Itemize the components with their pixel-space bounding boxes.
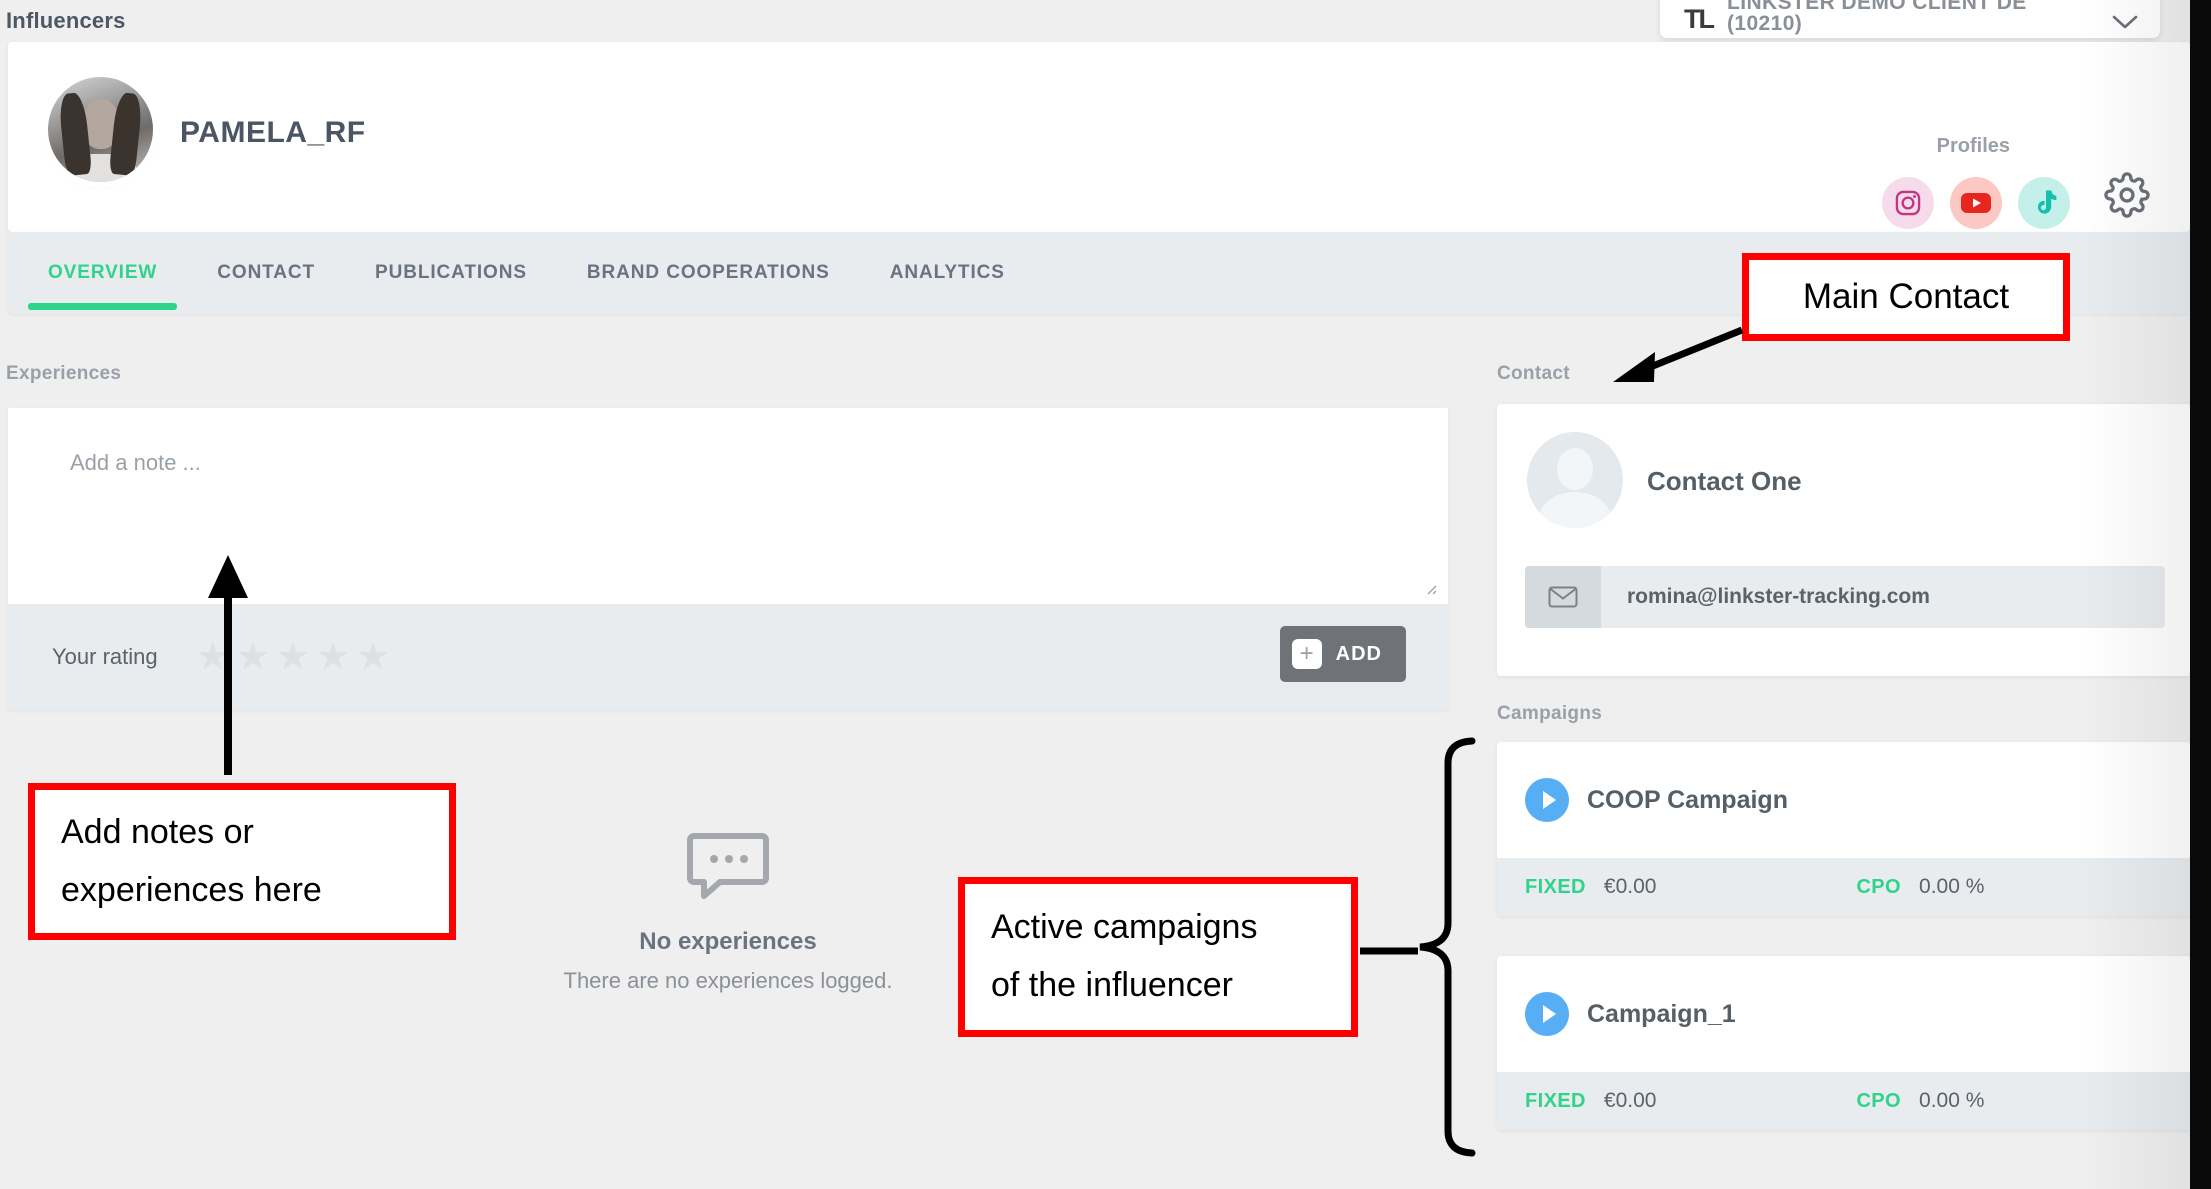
brand-logo: TL: [1684, 4, 1715, 34]
campaign-name: COOP Campaign: [1587, 785, 1788, 814]
campaign-cpo-label: CPO: [1856, 1089, 1902, 1112]
speech-bubble-icon: [686, 830, 770, 904]
instagram-icon[interactable]: [1882, 177, 1934, 229]
campaign-fixed-value: €0.00: [1603, 1089, 1657, 1112]
annotation-text: Main Contact: [1802, 277, 2010, 317]
play-circle-icon: [1525, 992, 1569, 1036]
contact-email: romina@linkster-tracking.com: [1627, 585, 1930, 608]
add-experience-button[interactable]: + ADD: [1279, 626, 1406, 682]
page-title: PAMELA_RF: [180, 116, 366, 149]
campaign-cpo-value: 0.00 %: [1919, 875, 1985, 898]
star-icon[interactable]: ★: [356, 638, 390, 676]
note-placeholder: Add a note ...: [70, 450, 201, 475]
tab-analytics[interactable]: ANALYTICS: [860, 232, 1035, 314]
tiktok-icon[interactable]: [2018, 177, 2070, 229]
tab-contact[interactable]: CONTACT: [187, 232, 345, 314]
tab-brand-cooperations[interactable]: BRAND COOPERATIONS: [557, 232, 860, 314]
star-icon[interactable]: ★: [276, 638, 310, 676]
social-profiles-list: [1882, 177, 2070, 229]
app-root: Influencers TL LINKSTER DEMO CLIENT DE (…: [0, 0, 2211, 1189]
plus-icon: +: [1291, 639, 1322, 669]
annotation-text: of the influencer: [991, 966, 1233, 1004]
youtube-icon[interactable]: [1950, 177, 2002, 229]
profiles-label: Profiles: [1936, 135, 2010, 157]
annotation-text: Add notes or: [61, 812, 254, 851]
rating-label: Your rating: [52, 644, 158, 669]
annotation-add-notes: Add notes or experiences here: [28, 783, 456, 940]
person-avatar-icon: [1527, 432, 1623, 528]
star-icon[interactable]: ★: [316, 638, 350, 676]
arrow-main-contact: [1613, 326, 1744, 382]
resize-grip-icon[interactable]: [1422, 580, 1438, 596]
annotation-text: experiences here: [61, 870, 322, 909]
tab-overview[interactable]: OVERVIEW: [18, 232, 187, 314]
campaign-cpo-value: 0.00 %: [1919, 1089, 1985, 1112]
client-name-label: LINKSTER DEMO CLIENT DE (10210): [1727, 0, 2027, 35]
experiences-section-label: Experiences: [6, 363, 122, 384]
annotation-text: Active campaigns: [991, 908, 1258, 947]
contact-section-label: Contact: [1497, 363, 1570, 384]
star-rating[interactable]: ★ ★ ★ ★ ★: [196, 638, 390, 676]
campaign-name: Campaign_1: [1587, 999, 1736, 1028]
right-edge-shadow: [2080, 0, 2190, 1189]
tab-publications[interactable]: PUBLICATIONS: [345, 232, 557, 314]
contact-name: Contact One: [1647, 466, 1802, 496]
star-icon[interactable]: ★: [196, 638, 230, 676]
avatar: [48, 77, 153, 182]
campaign-fixed-label: FIXED: [1525, 875, 1586, 898]
breadcrumb[interactable]: Influencers: [6, 8, 126, 34]
campaign-fixed-value: €0.00: [1603, 875, 1657, 898]
envelope-icon: [1525, 566, 1601, 628]
campaigns-section-label: Campaigns: [1497, 703, 1603, 724]
experience-composer: Add a note ... Your rating ★ ★ ★ ★ ★ + A…: [8, 408, 1448, 710]
add-button-label: ADD: [1335, 642, 1382, 665]
window-right-edge: [2190, 0, 2211, 1189]
annotation-active-campaigns: Active campaigns of the influencer: [958, 877, 1358, 1037]
play-circle-icon: [1525, 778, 1569, 822]
star-icon[interactable]: ★: [236, 638, 270, 676]
influencer-profile-header: PAMELA_RF Profiles: [8, 42, 2190, 232]
contact-email-row[interactable]: romina@linkster-tracking.com: [1525, 566, 2165, 628]
note-textarea[interactable]: Add a note ...: [8, 408, 1448, 604]
campaign-fixed-label: FIXED: [1525, 1089, 1586, 1112]
campaign-cpo-label: CPO: [1856, 875, 1902, 898]
annotation-main-contact: Main Contact: [1742, 253, 2070, 341]
rating-bar: Your rating ★ ★ ★ ★ ★ + ADD: [8, 604, 1448, 710]
